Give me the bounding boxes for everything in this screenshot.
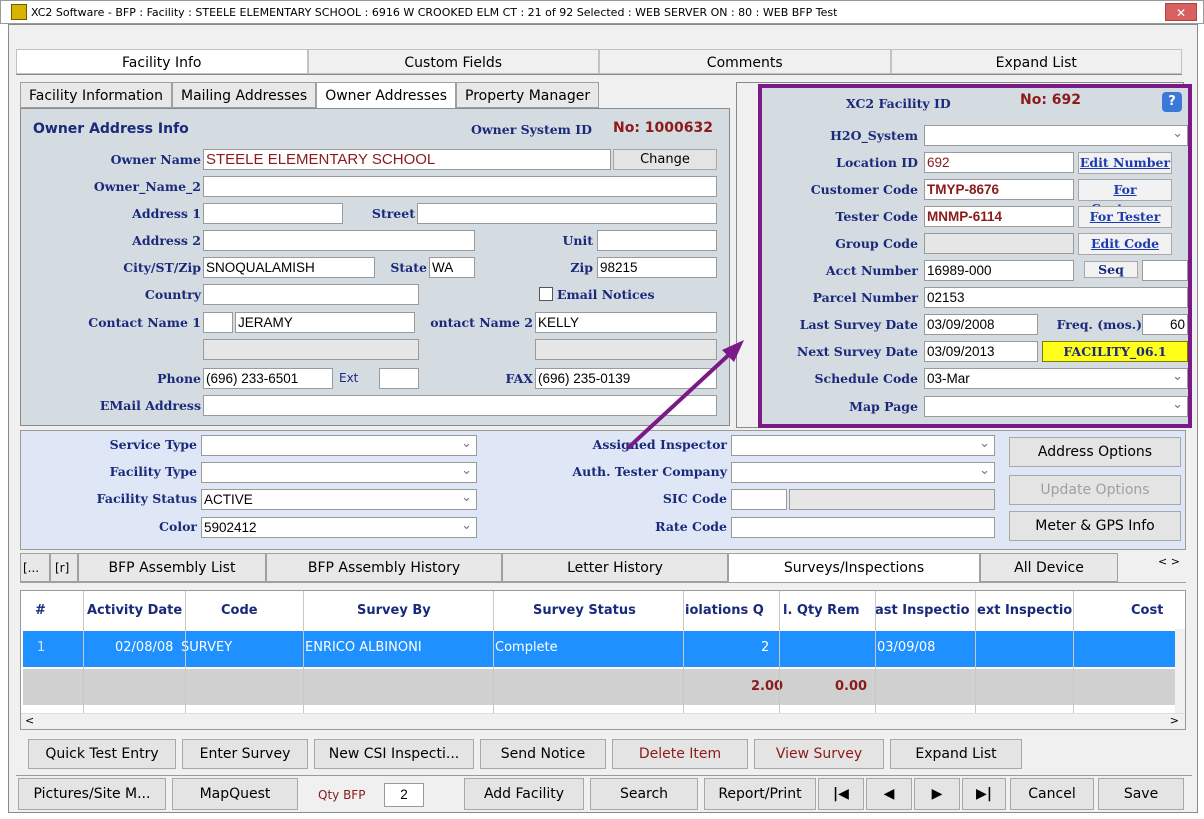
annotation-arrow-line <box>626 348 736 450</box>
annotation-arrow-overlay <box>626 340 744 450</box>
